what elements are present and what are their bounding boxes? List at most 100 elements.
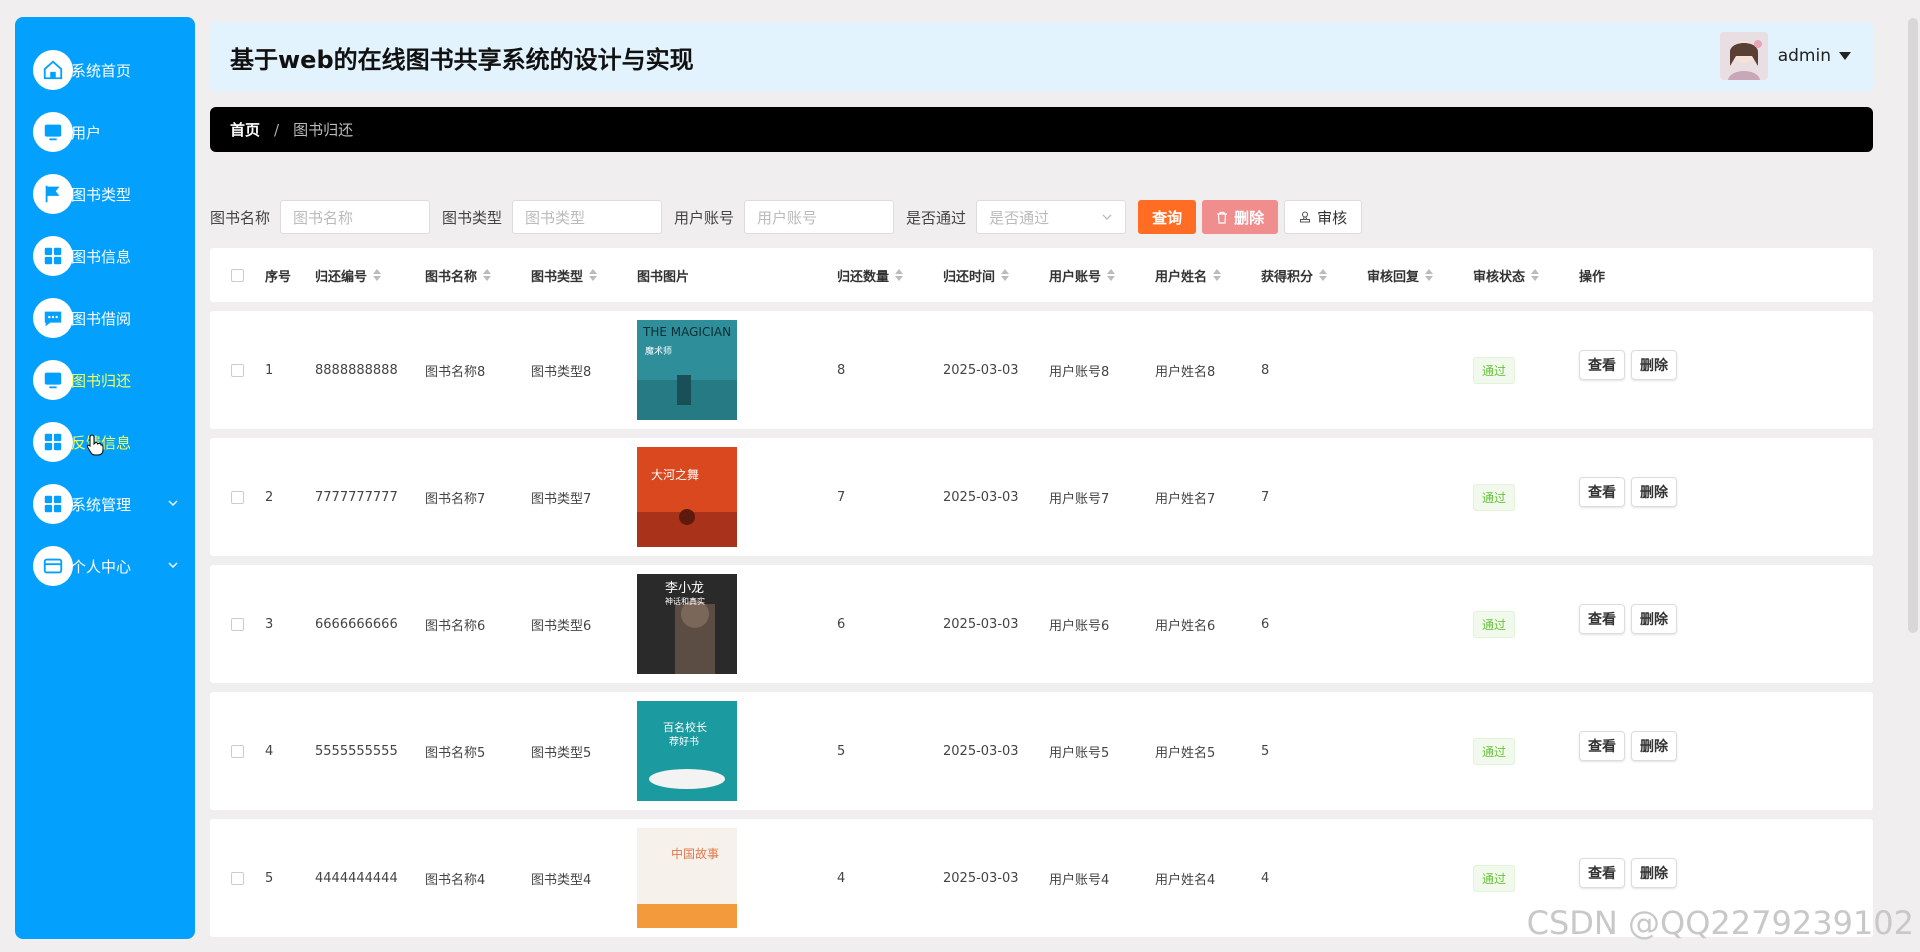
sidebar-item-book-info[interactable]: 图书信息 bbox=[15, 225, 195, 287]
cell-return-no: 4444444444 bbox=[315, 870, 398, 886]
status-badge: 通过 bbox=[1473, 864, 1516, 892]
audit-button[interactable]: 审核 bbox=[1284, 200, 1363, 234]
sidebar-item-home[interactable]: 系统首页 bbox=[15, 39, 195, 101]
watermark: CSDN @QQ2279239102 bbox=[1526, 904, 1914, 942]
col-header-book-type[interactable]: 图书类型 bbox=[531, 266, 583, 285]
cell-idx: 4 bbox=[265, 743, 274, 759]
sidebar-item-label: 系统首页 bbox=[71, 61, 132, 80]
col-header-points[interactable]: 获得积分 bbox=[1261, 266, 1313, 285]
sort-icon[interactable] bbox=[1107, 269, 1116, 281]
cell-idx: 1 bbox=[265, 362, 274, 378]
delete-button[interactable]: 删除 bbox=[1631, 731, 1677, 761]
view-button[interactable]: 查看 bbox=[1579, 477, 1625, 507]
cell-return-no: 6666666666 bbox=[315, 616, 398, 632]
sidebar-item-personal[interactable]: 个人中心 bbox=[15, 535, 195, 597]
cell-book-name: 图书名称5 bbox=[425, 745, 486, 761]
sidebar: 系统首页 用户 图书类型 图书信息 图书借阅 图书归还 反馈信息 系统管理 个人… bbox=[15, 17, 195, 939]
delete-button[interactable]: 删除 bbox=[1631, 858, 1677, 888]
book-cover-image[interactable]: 中国故事 bbox=[637, 828, 737, 928]
cell-book-type: 图书类型4 bbox=[531, 872, 592, 888]
book-cover-image[interactable]: THE MAGICIAN 魔术师 bbox=[637, 320, 737, 420]
cell-user-account: 用户账号5 bbox=[1049, 745, 1110, 761]
cell-points: 4 bbox=[1261, 870, 1270, 886]
book-cover-image[interactable]: 大河之舞 bbox=[637, 447, 737, 547]
delete-button[interactable]: 删除 bbox=[1631, 350, 1677, 380]
row-checkbox[interactable] bbox=[231, 363, 244, 377]
book-cover-image[interactable]: 李小龙 神话和真实 bbox=[637, 574, 737, 674]
sort-icon[interactable] bbox=[1213, 269, 1222, 281]
breadcrumb-home[interactable]: 首页 bbox=[230, 119, 260, 140]
user-menu[interactable]: admin bbox=[1719, 32, 1851, 80]
cover-subtitle: 魔术师 bbox=[645, 345, 672, 357]
col-header-book-name[interactable]: 图书名称 bbox=[425, 266, 477, 285]
cover-title: 李小龙 bbox=[665, 581, 704, 596]
cell-points: 5 bbox=[1261, 743, 1270, 759]
sort-icon[interactable] bbox=[895, 269, 904, 281]
row-checkbox[interactable] bbox=[231, 871, 244, 885]
sort-icon[interactable] bbox=[1531, 269, 1540, 281]
view-button[interactable]: 查看 bbox=[1579, 731, 1625, 761]
book-type-input[interactable]: 图书类型 bbox=[512, 200, 663, 234]
sort-icon[interactable] bbox=[1425, 269, 1434, 281]
table-header: 序号 归还编号 图书名称 图书类型 图书图片 归还数量 归还时间 用户账号 用户… bbox=[210, 248, 1873, 302]
col-header-return-qty[interactable]: 归还数量 bbox=[837, 266, 889, 285]
cover-title: 中国故事 bbox=[671, 846, 719, 861]
avatar bbox=[1719, 32, 1768, 80]
cell-return-no: 7777777777 bbox=[315, 489, 398, 505]
query-button-label: 查询 bbox=[1152, 208, 1183, 227]
col-header-return-time[interactable]: 归还时间 bbox=[943, 266, 995, 285]
query-button[interactable]: 查询 bbox=[1138, 200, 1197, 234]
row-checkbox[interactable] bbox=[231, 490, 244, 504]
sidebar-item-label: 用户 bbox=[71, 123, 102, 142]
view-button[interactable]: 查看 bbox=[1579, 350, 1625, 380]
cell-book-type: 图书类型8 bbox=[531, 364, 592, 380]
cell-user-name: 用户姓名8 bbox=[1155, 364, 1216, 380]
breadcrumb: 首页 / 图书归还 bbox=[210, 107, 1873, 152]
sidebar-item-system[interactable]: 系统管理 bbox=[15, 473, 195, 535]
sidebar-item-return[interactable]: 图书归还 bbox=[15, 349, 195, 411]
grid-icon bbox=[33, 484, 73, 524]
book-cover-image[interactable]: 百名校长 荐好书 bbox=[637, 701, 737, 801]
sort-icon[interactable] bbox=[1001, 269, 1010, 281]
sidebar-item-borrow[interactable]: 图书借阅 bbox=[15, 287, 195, 349]
sidebar-item-book-type[interactable]: 图书类型 bbox=[15, 163, 195, 225]
cell-return-no: 8888888888 bbox=[315, 362, 398, 378]
table-row: 2 7777777777 图书名称7 图书类型7 大河之舞 7 2025-03-… bbox=[210, 438, 1873, 556]
col-header-return-no[interactable]: 归还编号 bbox=[315, 266, 367, 285]
cell-return-time: 2025-03-03 bbox=[943, 616, 1019, 632]
sort-icon[interactable] bbox=[483, 269, 492, 281]
col-header-user-name[interactable]: 用户姓名 bbox=[1155, 266, 1207, 285]
select-all-checkbox[interactable] bbox=[231, 268, 244, 282]
book-name-input[interactable]: 图书名称 bbox=[280, 200, 431, 234]
view-button[interactable]: 查看 bbox=[1579, 604, 1625, 634]
sidebar-item-feedback[interactable]: 反馈信息 bbox=[15, 411, 195, 473]
sort-icon[interactable] bbox=[373, 269, 382, 281]
status-badge: 通过 bbox=[1473, 356, 1516, 384]
delete-button[interactable]: 删除 bbox=[1631, 604, 1677, 634]
approved-select[interactable]: 是否通过 bbox=[976, 200, 1127, 234]
user-account-input[interactable]: 用户账号 bbox=[744, 200, 895, 234]
chevron-down-icon bbox=[168, 562, 178, 568]
col-header-audit-reply[interactable]: 审核回复 bbox=[1367, 266, 1419, 285]
cell-return-time: 2025-03-03 bbox=[943, 870, 1019, 886]
cell-return-qty: 6 bbox=[837, 616, 846, 632]
stamp-icon bbox=[1300, 210, 1311, 223]
cell-return-time: 2025-03-03 bbox=[943, 743, 1019, 759]
col-header-user-account[interactable]: 用户账号 bbox=[1049, 266, 1101, 285]
vertical-scrollbar[interactable] bbox=[1908, 18, 1918, 633]
row-checkbox[interactable] bbox=[231, 744, 244, 758]
sidebar-item-label: 系统管理 bbox=[71, 495, 132, 514]
chevron-down-icon bbox=[168, 500, 178, 506]
sort-icon[interactable] bbox=[589, 269, 598, 281]
col-header-audit-status[interactable]: 审核状态 bbox=[1473, 266, 1525, 285]
view-button[interactable]: 查看 bbox=[1579, 858, 1625, 888]
cell-book-type: 图书类型6 bbox=[531, 618, 592, 634]
row-checkbox[interactable] bbox=[231, 617, 244, 631]
col-header-book-img: 图书图片 bbox=[637, 269, 690, 285]
batch-delete-button[interactable]: 删除 bbox=[1202, 200, 1279, 234]
cell-return-time: 2025-03-03 bbox=[943, 489, 1019, 505]
delete-button[interactable]: 删除 bbox=[1631, 477, 1677, 507]
caret-down-icon bbox=[1839, 52, 1851, 60]
sidebar-item-user[interactable]: 用户 bbox=[15, 101, 195, 163]
sort-icon[interactable] bbox=[1319, 269, 1328, 281]
